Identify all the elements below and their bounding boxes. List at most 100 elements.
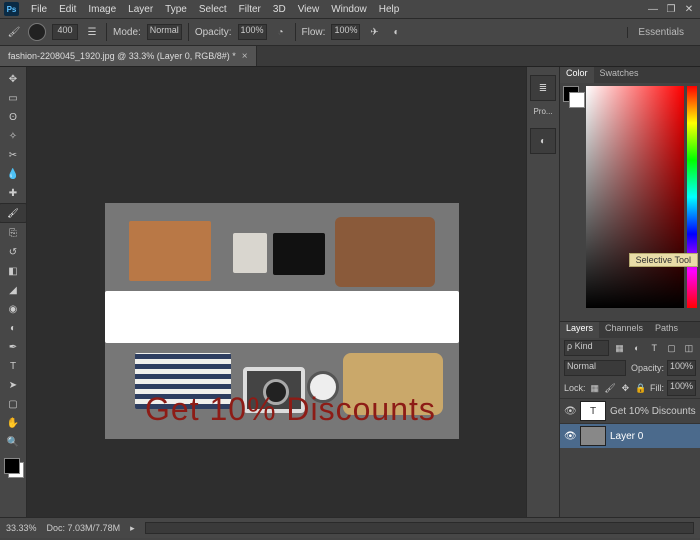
minimize-button[interactable]: — bbox=[646, 3, 660, 15]
color-field[interactable] bbox=[586, 86, 684, 308]
fill-field[interactable]: 100% bbox=[667, 380, 696, 396]
lock-label: Lock: bbox=[564, 383, 586, 393]
doc-size-readout[interactable]: Doc: 7.03M/7.78M bbox=[47, 523, 121, 533]
visibility-icon[interactable]: 👁 bbox=[564, 406, 576, 417]
workspace-switcher[interactable]: Essentials bbox=[627, 27, 694, 38]
filter-shape-icon[interactable]: ▢ bbox=[664, 340, 678, 356]
filter-adjust-icon[interactable]: ◐ bbox=[630, 340, 644, 356]
filter-smart-icon[interactable]: ◫ bbox=[682, 340, 696, 356]
move-tool[interactable]: ✥ bbox=[2, 70, 24, 88]
airbrush-icon[interactable]: ✈ bbox=[366, 24, 382, 40]
gradient-tool[interactable]: ◢ bbox=[2, 281, 24, 299]
brush-tool-icon: 🖌 bbox=[6, 24, 22, 40]
pen-tool[interactable]: ✒ bbox=[2, 338, 24, 356]
close-icon[interactable]: × bbox=[242, 51, 248, 62]
close-button[interactable]: ✕ bbox=[682, 3, 696, 15]
selective-tool-tooltip: Selective Tool bbox=[629, 253, 698, 267]
canvas-area[interactable]: Get 10% Discounts bbox=[27, 67, 526, 517]
lock-all-icon[interactable]: 🔒 bbox=[635, 380, 647, 396]
visibility-icon[interactable]: 👁 bbox=[564, 431, 576, 442]
path-select-tool[interactable]: ➤ bbox=[2, 376, 24, 394]
options-bar: 🖌 400 ☰ Mode: Normal Opacity: 100% ◔ Flo… bbox=[0, 19, 700, 46]
clone-stamp-tool[interactable]: ⎘ bbox=[2, 224, 24, 242]
blend-mode-select[interactable]: Normal bbox=[147, 24, 182, 40]
blur-tool[interactable]: ◉ bbox=[2, 300, 24, 318]
dodge-tool[interactable]: ◐ bbox=[2, 319, 24, 337]
menu-help[interactable]: Help bbox=[373, 4, 406, 15]
healing-brush-tool[interactable]: ✚ bbox=[2, 184, 24, 202]
layer-blend-select[interactable]: Normal bbox=[564, 360, 626, 376]
filter-pixel-icon[interactable]: ▦ bbox=[612, 340, 626, 356]
lock-pixels-icon[interactable]: 🖌 bbox=[604, 380, 616, 396]
marquee-tool[interactable]: ▭ bbox=[2, 89, 24, 107]
lasso-tool[interactable]: ʘ bbox=[2, 108, 24, 126]
layers-panel: Layers Channels Paths ρ Kind ▦ ◐ T ▢ ◫ N… bbox=[560, 321, 700, 517]
fill-label: Fill: bbox=[650, 383, 664, 393]
history-brush-tool[interactable]: ↺ bbox=[2, 243, 24, 261]
app-logo: Ps bbox=[4, 2, 19, 16]
document-tab[interactable]: fashion-2208045_1920.jpg @ 33.3% (Layer … bbox=[0, 46, 257, 66]
brush-size-field[interactable]: 400 bbox=[52, 24, 78, 40]
adjustments-panel-icon[interactable]: ◐ bbox=[530, 128, 556, 154]
canvas-text-layer[interactable]: Get 10% Discounts bbox=[145, 391, 436, 428]
tab-color[interactable]: Color bbox=[560, 67, 594, 83]
brush-tool[interactable]: 🖌 bbox=[0, 203, 27, 223]
canvas-object bbox=[105, 291, 459, 343]
filter-type-icon[interactable]: T bbox=[647, 340, 661, 356]
menu-3d[interactable]: 3D bbox=[267, 4, 292, 15]
properties-panel-icon[interactable]: ≣ bbox=[530, 75, 556, 101]
layer-row[interactable]: 👁 T Get 10% Discounts bbox=[560, 398, 700, 423]
layer-row[interactable]: 👁 Layer 0 bbox=[560, 423, 700, 448]
crop-tool[interactable]: ✂ bbox=[2, 146, 24, 164]
brush-preset-picker[interactable] bbox=[28, 23, 46, 41]
hue-slider[interactable] bbox=[687, 86, 697, 308]
opacity-field[interactable]: 100% bbox=[238, 24, 267, 40]
menu-bar: Ps File Edit Image Layer Type Select Fil… bbox=[0, 0, 700, 19]
eraser-tool[interactable]: ◧ bbox=[2, 262, 24, 280]
hand-tool[interactable]: ✋ bbox=[2, 414, 24, 432]
menu-select[interactable]: Select bbox=[193, 4, 233, 15]
menu-type[interactable]: Type bbox=[159, 4, 193, 15]
horizontal-scrollbar[interactable] bbox=[145, 522, 694, 534]
status-bar: 33.33% Doc: 7.03M/7.78M ▸ bbox=[0, 517, 700, 538]
lock-transparency-icon[interactable]: ▦ bbox=[589, 380, 601, 396]
chevron-right-icon[interactable]: ▸ bbox=[130, 523, 135, 534]
layer-thumbnail[interactable] bbox=[580, 426, 606, 446]
right-panels: Color Swatches Selective Tool Layers Cha… bbox=[560, 67, 700, 517]
layer-name[interactable]: Get 10% Discounts bbox=[610, 406, 696, 417]
canvas-object bbox=[129, 221, 211, 281]
tab-swatches[interactable]: Swatches bbox=[594, 67, 645, 83]
brush-panel-icon[interactable]: ☰ bbox=[84, 24, 100, 40]
menu-file[interactable]: File bbox=[25, 4, 53, 15]
menu-filter[interactable]: Filter bbox=[233, 4, 267, 15]
menu-window[interactable]: Window bbox=[325, 4, 373, 15]
pressure-size-icon[interactable]: ◐ bbox=[388, 24, 404, 40]
fg-bg-swatch[interactable] bbox=[563, 86, 583, 318]
tab-channels[interactable]: Channels bbox=[599, 322, 649, 338]
menu-image[interactable]: Image bbox=[82, 4, 122, 15]
opacity-label: Opacity: bbox=[195, 27, 232, 38]
flow-field[interactable]: 100% bbox=[331, 24, 360, 40]
menu-edit[interactable]: Edit bbox=[53, 4, 82, 15]
pressure-opacity-icon[interactable]: ◔ bbox=[273, 24, 289, 40]
magic-wand-tool[interactable]: ✧ bbox=[2, 127, 24, 145]
menu-layer[interactable]: Layer bbox=[122, 4, 159, 15]
layer-opacity-field[interactable]: 100% bbox=[667, 360, 696, 376]
canvas-image: Get 10% Discounts bbox=[105, 203, 459, 439]
menu-view[interactable]: View bbox=[292, 4, 326, 15]
fg-bg-color-swatch[interactable] bbox=[2, 456, 24, 478]
layer-filter-select[interactable]: ρ Kind bbox=[564, 340, 609, 356]
zoom-readout[interactable]: 33.33% bbox=[6, 523, 37, 533]
tab-paths[interactable]: Paths bbox=[649, 322, 684, 338]
layer-name[interactable]: Layer 0 bbox=[610, 431, 643, 442]
eyedropper-tool[interactable]: 💧 bbox=[2, 165, 24, 183]
type-tool[interactable]: T bbox=[2, 357, 24, 375]
zoom-tool[interactable]: 🔍 bbox=[2, 433, 24, 451]
lock-position-icon[interactable]: ✥ bbox=[619, 380, 631, 396]
layer-thumbnail[interactable]: T bbox=[580, 401, 606, 421]
artboard[interactable]: Get 10% Discounts bbox=[105, 203, 459, 439]
document-tabs: fashion-2208045_1920.jpg @ 33.3% (Layer … bbox=[0, 46, 700, 67]
restore-button[interactable]: ❐ bbox=[664, 3, 678, 15]
shape-tool[interactable]: ▢ bbox=[2, 395, 24, 413]
tab-layers[interactable]: Layers bbox=[560, 322, 599, 338]
